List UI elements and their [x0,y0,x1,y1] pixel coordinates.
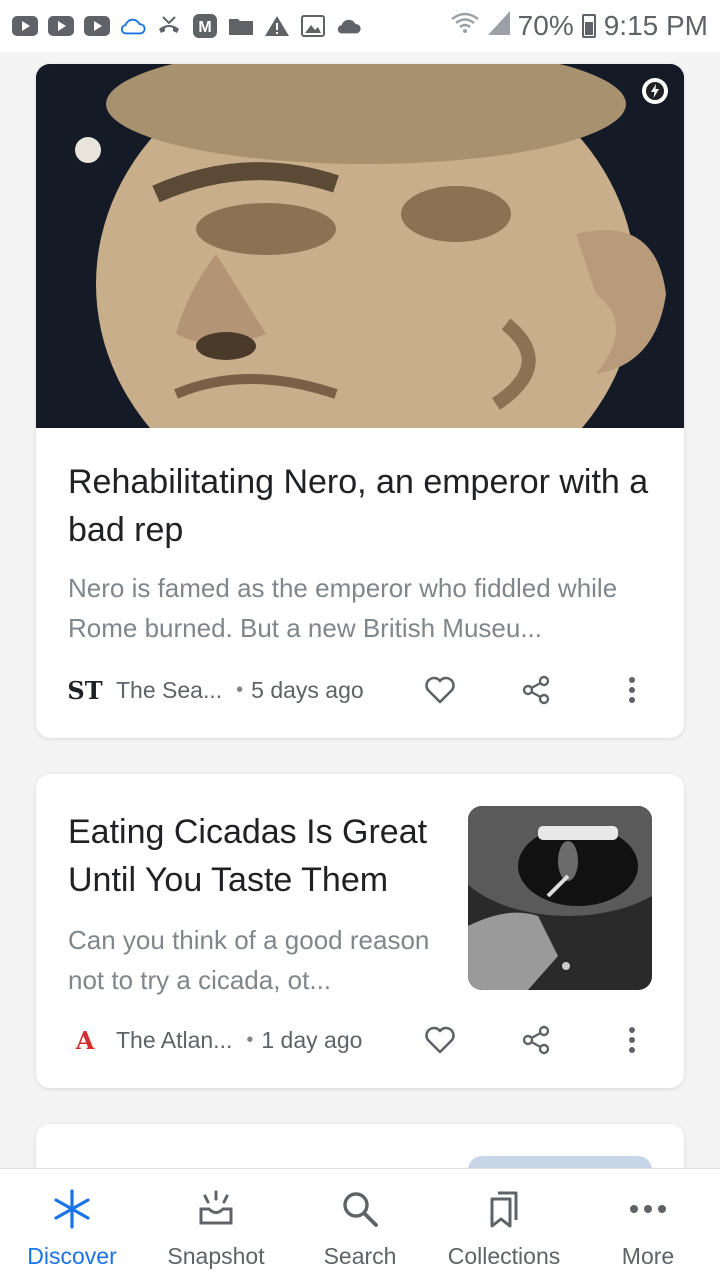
cicada-mouth-illustration [468,806,652,990]
folder-icon [228,15,254,37]
amp-lightning-icon [642,78,668,104]
nav-snapshot[interactable]: Snapshot [146,1169,286,1270]
nav-label: Snapshot [167,1243,265,1269]
article-image[interactable] [36,64,684,428]
more-horizontal-icon [626,1187,670,1231]
missed-call-icon [156,15,182,37]
nav-discover[interactable]: Discover [2,1169,142,1270]
battery-icon [581,14,596,38]
wifi-icon [450,10,480,42]
battery-percent: 70% [517,10,574,41]
nav-search[interactable]: Search [290,1169,430,1270]
snapshot-icon [194,1187,238,1231]
nero-bust-illustration [36,64,684,428]
heart-icon[interactable] [420,670,460,710]
heart-icon[interactable] [420,1020,460,1060]
article-title[interactable]: Eating Cicadas Is Great Until You Taste … [68,808,448,904]
nav-label: Discover [27,1243,117,1269]
collections-icon [482,1187,526,1231]
article-card[interactable]: Rehabilitating Nero, an emperor with a b… [36,64,684,738]
meta-separator: • [246,1028,254,1051]
more-vertical-icon[interactable] [612,1020,652,1060]
bottom-navigation: Discover Snapshot Search Collections Mor… [0,1168,720,1280]
nav-label: Search [323,1243,397,1269]
image-icon [300,15,326,37]
youtube-icon [48,15,74,37]
publisher-name[interactable]: The Atlan... [116,1027,232,1054]
article-snippet: Can you think of a good reason not to tr… [68,925,430,995]
cloud-icon [336,15,362,37]
warning-icon [264,15,290,37]
youtube-icon [84,15,110,37]
publisher-logo: A [75,1025,95,1055]
nav-more[interactable]: More [578,1169,718,1270]
share-icon[interactable] [516,1020,556,1060]
youtube-icon [12,15,38,37]
more-vertical-icon[interactable] [612,670,652,710]
signal-icon [487,10,510,42]
article-card[interactable]: Eating Cicadas Is Great Until You Taste … [36,774,684,1088]
nav-label: Collections [447,1243,561,1269]
clock: 9:15 PM [603,10,708,41]
article-snippet: Nero is famed as the emperor who fiddled… [68,573,618,643]
publish-time: 1 day ago [261,1026,363,1053]
nav-collections[interactable]: Collections [434,1169,574,1270]
article-meta: A The Atlan... • 1 day ago [68,1020,652,1060]
publisher-name[interactable]: The Sea... [116,677,222,704]
nav-label: More [621,1243,675,1269]
share-icon[interactable] [516,670,556,710]
publisher-logo: ST [67,675,103,705]
meta-separator: • [236,678,244,701]
article-actions [420,670,652,710]
article-meta: ST The Sea... • 5 days ago [67,670,652,710]
article-title[interactable]: Rehabilitating Nero, an emperor with a b… [68,458,652,554]
article-thumbnail[interactable] [468,806,652,990]
asterisk-icon [50,1187,94,1231]
status-bar: M 70% 9:15 PM [0,0,720,52]
article-actions [420,1020,652,1060]
system-status: 70% 9:15 PM [450,10,708,42]
search-icon [338,1187,382,1231]
m-app-icon: M [192,14,218,38]
publish-time: 5 days ago [251,676,364,703]
notification-icons: M [12,14,362,38]
cloud-outline-icon [120,15,146,37]
svg-text:M: M [198,19,211,36]
